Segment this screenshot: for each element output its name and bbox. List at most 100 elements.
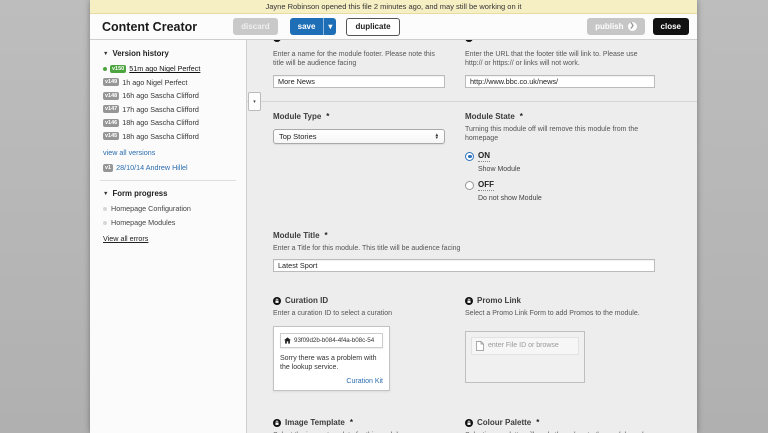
version-badge: v1 [103, 163, 114, 172]
arrow-right-icon: ❯ [627, 22, 637, 31]
close-button[interactable]: close [652, 18, 689, 35]
version-label: 16h ago Sascha Clifford [122, 91, 199, 100]
version-label: 18h ago Sascha Clifford [122, 131, 199, 141]
version-item[interactable]: v150 51m ago Nigel Perfect [103, 64, 236, 73]
first-version-item[interactable]: v1 28/10/14 Andrew Hillel [103, 163, 236, 172]
footer-url-field: Enter the URL that the footer title will… [465, 46, 655, 89]
chevron-down-icon: ▾ [328, 22, 333, 31]
publish-button[interactable]: publish ❯ [587, 18, 645, 35]
notification-text: Jayne Robinson opened this file 2 minute… [265, 2, 522, 11]
lookup-error-text: Sorry there was a problem with the looku… [280, 354, 377, 372]
version-item[interactable]: v147 17h ago Sascha Clifford [103, 105, 236, 114]
section-divider [247, 100, 697, 102]
module-state-help: Turning this module off will remove this… [465, 125, 639, 143]
radio-icon [465, 151, 474, 161]
module-title-section: Module Title * Enter a Title for this mo… [273, 231, 697, 273]
curation-id-chip[interactable]: 93f09d2b-b084-4f4a-b08c-54 [280, 332, 383, 348]
footer-url-help: Enter the URL that the footer title will… [465, 51, 638, 68]
lock-icon [465, 418, 473, 427]
promo-link-dropzone[interactable]: enter File ID or browse [465, 330, 585, 383]
select-updown-icon: ▲ ▼ [434, 131, 439, 141]
module-type-select[interactable]: Top Stories ▲ ▼ [273, 128, 445, 144]
version-history-header[interactable]: ▼ Version history [103, 49, 236, 58]
progress-label: Homepage Modules [111, 218, 176, 227]
footer-fields-section: Enter a name for the module footer. Plea… [273, 46, 697, 89]
lock-icon [465, 296, 473, 305]
on-description: Show Module [478, 165, 521, 173]
promo-link-help: Select a Promo Link Form to add Promos t… [465, 310, 640, 318]
version-badge: v146 [103, 118, 120, 127]
view-all-errors-link[interactable]: View all errors [103, 234, 148, 243]
view-all-versions-link[interactable]: view all versions [103, 148, 155, 157]
image-template-field: Image Template * Select the image templa… [273, 418, 445, 433]
app-body: ▼ Version history v150 51m ago Nigel Per… [90, 40, 697, 433]
home-icon [284, 336, 291, 344]
collapse-triangle-icon: ▼ [103, 190, 109, 197]
module-type-field: Module Type * Top Stories ▲ ▼ [273, 112, 445, 202]
colour-palette-field: Colour Palette * Selecting a palette wil… [465, 418, 655, 433]
off-description: Do not show Module [478, 194, 542, 202]
module-state-off-radio[interactable]: OFF [465, 180, 655, 191]
module-type-value: Top Stories [279, 131, 317, 141]
image-palette-section: Image Template * Select the image templa… [273, 418, 697, 433]
promo-link-placeholder-row: enter File ID or browse [471, 336, 579, 355]
version-badge: v148 [103, 91, 120, 100]
footer-title-label: Footer Title * [273, 40, 445, 42]
module-state-label: Module State * [465, 111, 523, 121]
promo-link-field: Promo Link Select a Promo Link Form to a… [465, 296, 655, 391]
version-badge: v145 [103, 132, 120, 140]
version-item[interactable]: v148 16h ago Sascha Clifford [103, 91, 236, 100]
app-header: Content Creator discard save ▾ duplicate… [90, 14, 697, 40]
progress-item-homepage-modules[interactable]: Homepage Modules [103, 218, 236, 227]
curation-id-field: Curation ID Enter a curation ID to selec… [273, 296, 445, 392]
version-badge: v147 [103, 105, 120, 113]
duplicate-button[interactable]: duplicate [346, 17, 400, 36]
module-state-on-radio[interactable]: ON [465, 151, 655, 162]
lock-icon [273, 296, 281, 305]
off-label: OFF [478, 179, 494, 191]
version-item[interactable]: v146 18h ago Sascha Clifford [103, 118, 236, 127]
sidebar: ▼ Version history v150 51m ago Nigel Per… [90, 40, 247, 433]
promo-link-placeholder: enter File ID or browse [488, 342, 559, 350]
curation-promo-section: Curation ID Enter a curation ID to selec… [273, 296, 697, 392]
version-badge: v150 [110, 64, 127, 73]
current-version-dot-icon [103, 66, 107, 71]
module-type-label: Module Type * [273, 111, 330, 121]
version-badge: v149 [103, 78, 120, 86]
curation-kit-link[interactable]: Curation Kit [280, 378, 383, 385]
version-label: 17h ago Sascha Clifford [122, 104, 199, 114]
progress-item-homepage-configuration[interactable]: Homepage Configuration [103, 204, 236, 213]
form-content: ▾ Footer Title * Footer URL * [247, 40, 697, 433]
module-title-help: Enter a Title for this module. This titl… [273, 244, 461, 252]
version-label: 28/10/14 Andrew Hillel [116, 163, 188, 172]
curation-id-help: Enter a curation ID to select a curation [273, 310, 393, 318]
version-item[interactable]: v149 1h ago Nigel Perfect [103, 78, 236, 87]
version-item[interactable]: v145 18h ago Sascha Clifford [103, 132, 236, 141]
desktop-background: Jayne Robinson opened this file 2 minute… [0, 0, 768, 433]
module-title-label: Module Title * [273, 230, 328, 240]
discard-button[interactable]: discard [233, 18, 278, 35]
progress-dot-icon [103, 220, 107, 225]
save-button[interactable]: save [289, 18, 324, 35]
module-title-input[interactable] [273, 259, 655, 273]
lock-icon [273, 40, 281, 42]
colour-palette-label: Colour Palette * [465, 418, 655, 427]
footer-title-field: Enter a name for the module footer. Plea… [273, 46, 445, 89]
sidebar-collapse-button[interactable]: ▾ [248, 92, 261, 111]
save-dropdown-button[interactable]: ▾ [323, 18, 337, 35]
curation-id-box: 93f09d2b-b084-4f4a-b08c-54 Sorry there w… [273, 325, 390, 392]
form-progress-header[interactable]: ▼ Form progress [103, 189, 236, 198]
footer-url-input[interactable] [465, 74, 655, 88]
footer-url-label: Footer URL * [465, 40, 655, 42]
content-creator-window: Jayne Robinson opened this file 2 minute… [90, 0, 697, 433]
module-state-field: Module State * Turning this module off w… [465, 112, 655, 202]
file-icon [476, 340, 484, 351]
publish-label: publish [595, 22, 624, 31]
curation-id-label: Curation ID [273, 296, 445, 305]
sidebar-divider [100, 180, 236, 181]
footer-title-input[interactable] [273, 74, 445, 88]
on-label: ON [478, 150, 490, 162]
module-type-state-section: Module Type * Top Stories ▲ ▼ Module Stat… [273, 112, 697, 202]
form-progress-title: Form progress [112, 189, 168, 198]
progress-dot-icon [103, 206, 107, 211]
